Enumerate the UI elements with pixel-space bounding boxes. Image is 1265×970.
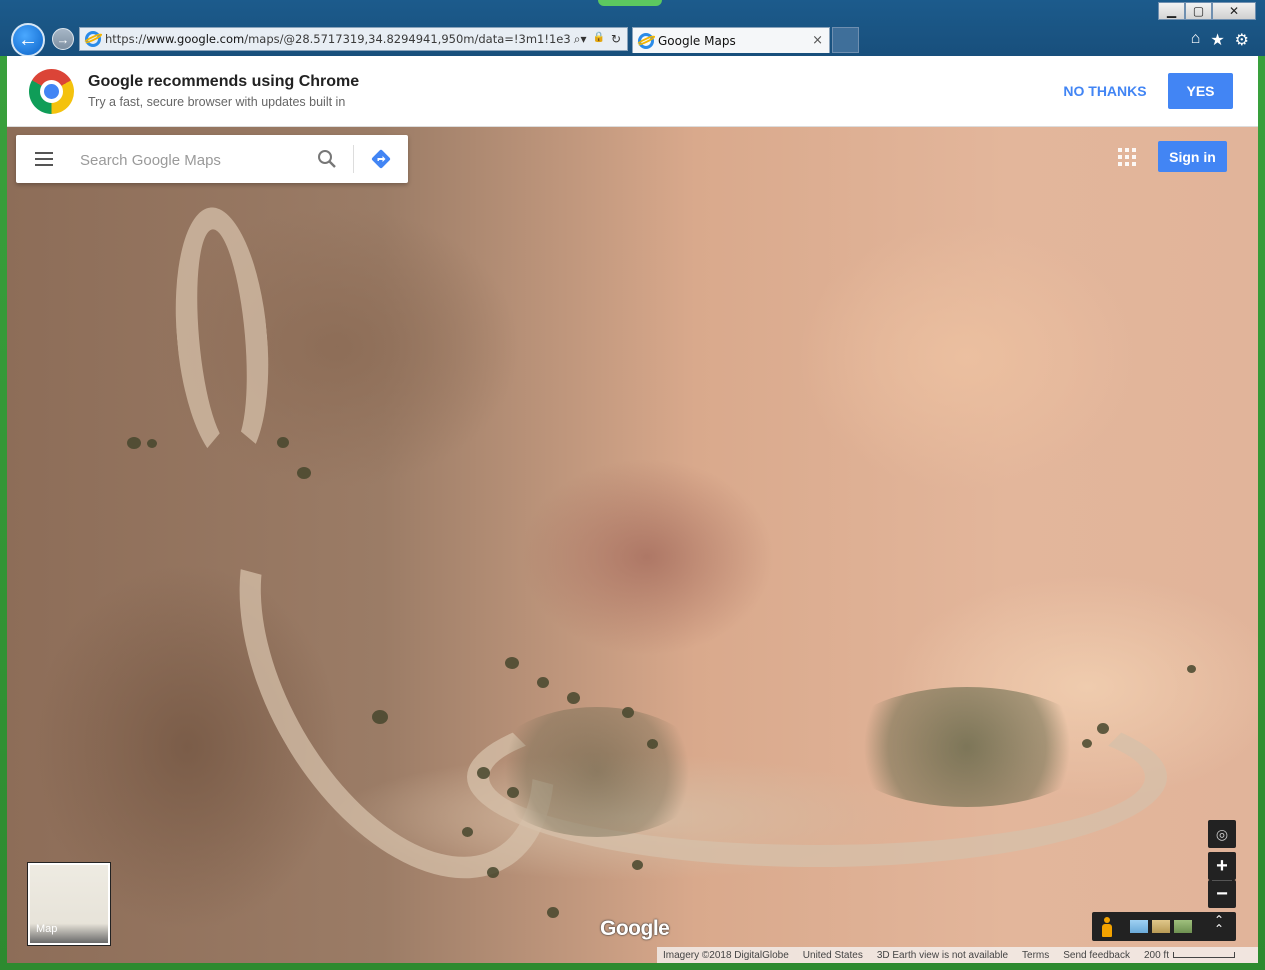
sign-in-button[interactable]: Sign in [1158, 141, 1227, 172]
ie-site-icon [82, 31, 104, 47]
imagery-thumbnail[interactable] [1130, 920, 1148, 933]
banner-subtitle: Try a fast, secure browser with updates … [88, 95, 346, 109]
earth-view-notice: 3D Earth view is not available [876, 949, 1009, 961]
tree [1187, 665, 1196, 673]
expand-chevron-icon[interactable]: ⌃ ⌃ [1214, 914, 1225, 936]
pegman-icon[interactable] [1100, 917, 1114, 937]
tree [647, 739, 658, 749]
window-notch [598, 0, 662, 6]
tree [297, 467, 311, 479]
send-feedback-link[interactable]: Send feedback [1063, 950, 1130, 961]
zoom-out-button[interactable]: − [1208, 880, 1236, 908]
address-bar-icons: ⌕▾ 🔒 ↻ [574, 32, 621, 47]
satellite-map[interactable]: Sign in Map ◎ + − ⌃⌃ Google Imagery ©201… [7, 127, 1258, 963]
back-arrow-icon: ← [18, 28, 38, 51]
tree [1097, 723, 1109, 734]
address-bar[interactable]: https://www.google.com/maps/@28.5717319,… [79, 27, 628, 51]
minimap-label: Map [36, 923, 58, 935]
menu-icon[interactable] [35, 152, 53, 166]
search-divider [353, 145, 354, 173]
chevron-up-icon: ⌃ [1214, 922, 1225, 936]
minimize-button[interactable]: ▁ [1158, 2, 1185, 20]
refresh-icon[interactable]: ↻ [611, 32, 621, 47]
terms-link[interactable]: Terms [1022, 950, 1049, 961]
dry-riverbed-north [165, 203, 279, 471]
tree [547, 907, 559, 918]
search-dropdown-icon[interactable]: ⌕▾ [574, 32, 587, 47]
tree [277, 437, 289, 448]
tree [567, 692, 580, 704]
imagery-thumbnail[interactable] [1152, 920, 1170, 933]
tree [147, 439, 157, 448]
tree [505, 657, 519, 669]
banner-title: Google recommends using Chrome [88, 73, 360, 90]
tab-close-icon[interactable]: × [812, 33, 823, 48]
forward-arrow-icon: → [56, 31, 70, 47]
url-path: /maps/@28.5717319,34.8294941,950m/data=!… [244, 32, 571, 46]
zoom-separator [1212, 880, 1232, 881]
tree [622, 707, 634, 718]
search-icon[interactable] [317, 149, 337, 169]
my-location-button[interactable]: ◎ [1208, 820, 1236, 848]
url-domain: www.google.com [146, 32, 245, 46]
command-icons: ⌂ ★ ⚙ [1191, 30, 1249, 50]
no-thanks-button[interactable]: NO THANKS [1056, 73, 1154, 109]
google-apps-icon[interactable] [1118, 148, 1136, 166]
settings-gear-icon[interactable]: ⚙ [1235, 30, 1249, 50]
tree [372, 710, 388, 724]
home-icon[interactable]: ⌂ [1191, 30, 1201, 50]
scale-bar [1173, 952, 1235, 958]
tree [462, 827, 473, 837]
page-viewport: Google recommends using Chrome Try a fas… [7, 56, 1258, 963]
url-text[interactable]: https://www.google.com/maps/@28.5717319,… [105, 32, 574, 46]
search-box [16, 135, 408, 183]
region-link[interactable]: United States [803, 950, 863, 961]
imagery-credit: Imagery ©2018 DigitalGlobe [663, 949, 789, 961]
scale-indicator[interactable]: 200 ft [1144, 950, 1235, 961]
attribution-bar: Imagery ©2018 DigitalGlobe United States… [657, 947, 1258, 963]
forward-button[interactable]: → [52, 28, 74, 50]
tree [487, 867, 499, 878]
map-layer-toggle[interactable]: Map [28, 863, 110, 945]
url-scheme: https:// [105, 32, 147, 46]
directions-icon[interactable] [370, 148, 392, 170]
imagery-thumbnail[interactable] [1174, 920, 1192, 933]
search-input[interactable] [78, 147, 312, 173]
tree [1082, 739, 1092, 748]
zoom-in-button[interactable]: + [1208, 852, 1236, 880]
vegetation-patch-center [487, 707, 707, 837]
tree [632, 860, 643, 870]
favorites-star-icon[interactable]: ★ [1210, 30, 1224, 50]
tab-ie-icon [635, 32, 657, 49]
tree [507, 787, 519, 798]
google-logo: Google [600, 917, 670, 940]
crosshair-icon: ◎ [1215, 825, 1229, 842]
window-controls: ▁ ▢ ✕ [1158, 2, 1256, 20]
close-window-button[interactable]: ✕ [1212, 2, 1256, 20]
scale-label: 200 ft [1143, 949, 1169, 961]
tree [537, 677, 549, 688]
new-tab-button[interactable] [832, 27, 859, 53]
yes-button[interactable]: YES [1168, 73, 1233, 109]
dry-riverbed-center [174, 421, 620, 933]
chrome-recommend-banner: Google recommends using Chrome Try a fas… [7, 56, 1258, 127]
tree [127, 437, 141, 449]
vegetation-patch-east [837, 687, 1097, 807]
back-button[interactable]: ← [11, 23, 45, 57]
imagery-toolbar: ⌃ ⌃ [1092, 912, 1236, 941]
maximize-button[interactable]: ▢ [1185, 2, 1212, 20]
chrome-logo-icon [29, 69, 74, 114]
tree [477, 767, 490, 779]
tab-title: Google Maps [658, 33, 736, 48]
tab-google-maps[interactable]: Google Maps × [632, 27, 830, 53]
lock-icon[interactable]: 🔒 [592, 32, 604, 47]
window-bottom-frame [0, 963, 1265, 970]
title-bar: ▁ ▢ ✕ ← → https://www.google.com/maps/@2… [0, 0, 1265, 57]
browser-window: ▁ ▢ ✕ ← → https://www.google.com/maps/@2… [0, 0, 1265, 970]
